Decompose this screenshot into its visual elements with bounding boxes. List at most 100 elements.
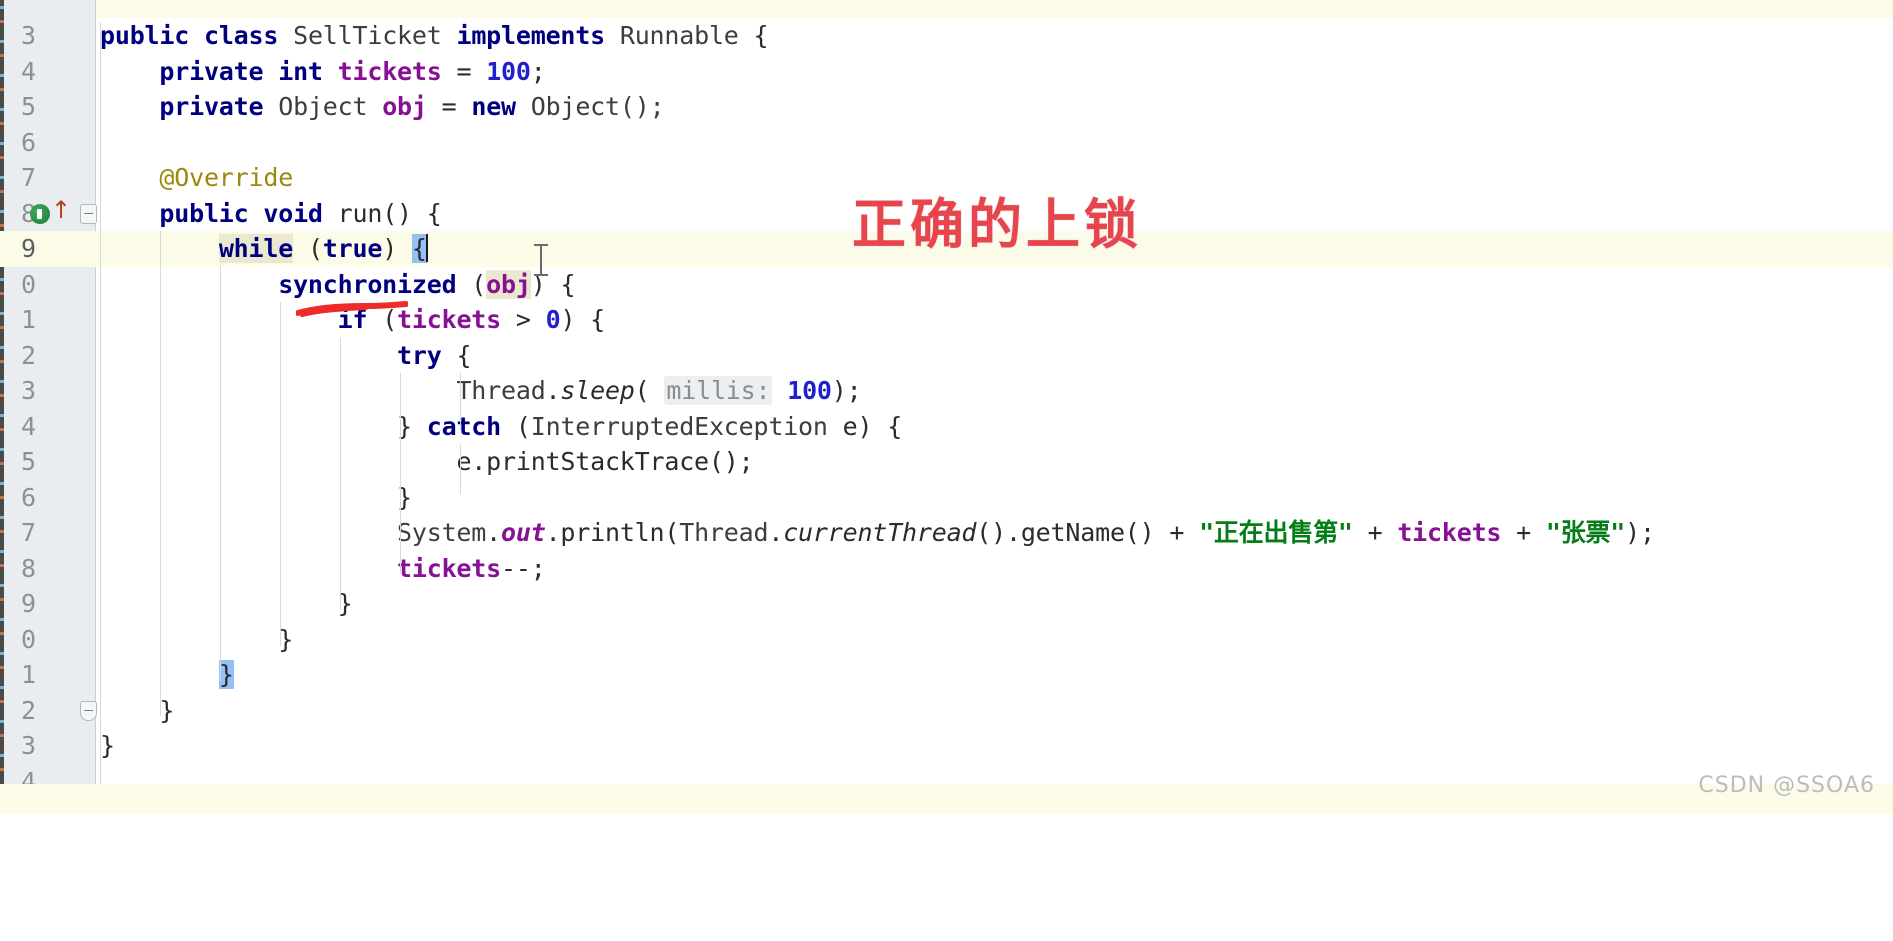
code-line[interactable]: 6 [0,125,1893,161]
line-content[interactable]: } [100,728,115,764]
token-interface-name: Runnable [619,21,739,50]
line-number: 3 [20,376,36,405]
code-line[interactable]: 4 private int tickets = 100; [0,54,1893,90]
token-class-name: SellTicket [293,21,442,50]
token-brace: { [590,305,606,334]
line-content[interactable]: public void run() { [100,196,442,232]
parameter-inlay-hint[interactable]: millis: [664,376,773,405]
run-gutter-icon[interactable] [30,203,50,224]
token-brace-matched: { [411,234,427,263]
line-content[interactable]: System.out.println(Thread.currentThread(… [100,515,1655,551]
code-lines[interactable]: 3 public class SellTicket implements Run… [0,18,1893,799]
token-keyword: class [203,21,279,50]
token-method-call: .println( [545,518,680,547]
line-content[interactable]: private Object obj = new Object(); [100,89,664,125]
token-keyword: try [397,340,442,370]
line-content[interactable]: @Override [100,160,293,196]
code-fold-toggle-icon[interactable] [80,203,97,224]
text-caret [425,234,428,262]
token-keyword: implements [456,21,605,50]
token-paren: ); [831,376,862,405]
code-line[interactable]: 0 synchronized (obj) { [0,267,1893,303]
token-operator: + [1501,518,1546,547]
token-brace-matched: } [218,660,234,689]
token-paren: ( [515,411,531,441]
token-keyword: new [471,92,516,121]
token-static-method: currentThread [783,518,977,547]
token-keyword-highlighted: while [218,234,294,263]
line-background [0,728,1893,764]
token-operator: = [456,56,472,86]
line-number: 2 [20,695,36,725]
indent-guide [460,444,461,494]
token-paren: ); [1625,518,1655,547]
indent-guide [100,22,101,784]
line-content[interactable]: e.printStackTrace(); [100,444,753,480]
token-field: tickets [1397,518,1502,547]
line-number: 3 [20,731,36,760]
token-brace: } [159,695,175,725]
token-constructor: Object(); [530,92,665,121]
token-static-field: out [501,518,546,547]
code-line[interactable]: 1 } [0,657,1893,693]
token-keyword: void [263,198,323,228]
line-content[interactable]: } [100,693,174,729]
code-line[interactable]: 2 } [0,693,1893,729]
token-keyword: catch [426,411,502,441]
line-content[interactable]: try { [100,338,471,374]
line-content[interactable]: } [100,622,293,658]
token-type: Object [278,92,368,121]
line-content[interactable]: } [100,480,412,516]
token-keyword: private [159,92,264,121]
token-operator: + [1154,518,1200,547]
csdn-watermark: CSDN @SSOA6 [1698,773,1875,798]
line-content[interactable]: tickets--; [100,551,546,587]
token-field: tickets [397,553,501,583]
indent-guide [220,266,221,681]
line-content[interactable]: while (true) { [100,231,428,267]
indent-guide [340,338,341,610]
token-number: 0 [545,305,561,334]
code-line[interactable]: 1 if (tickets > 0) { [0,302,1893,338]
code-line[interactable]: 3 } [0,728,1893,764]
line-content[interactable]: } [100,657,234,693]
code-line[interactable]: 0 } [0,622,1893,658]
code-line[interactable]: 5 private Object obj = new Object(); [0,89,1893,125]
code-editor[interactable]: 3 public class SellTicket implements Run… [0,0,1893,814]
line-content[interactable]: } [100,586,353,622]
code-line[interactable]: 3 public class SellTicket implements Run… [0,18,1893,54]
line-content[interactable]: public class SellTicket implements Runna… [100,18,769,54]
code-line[interactable]: 6 } [0,480,1893,516]
code-line[interactable]: 5 e.printStackTrace(); [0,444,1893,480]
line-number: 1 [20,660,36,689]
token-brace: } [100,731,115,760]
line-content[interactable]: synchronized (obj) { [100,267,575,303]
line-content[interactable]: Thread.sleep( millis: 100); [100,373,862,409]
line-content[interactable]: private int tickets = 100; [100,54,545,90]
token-brace: { [426,198,442,228]
line-number: 0 [20,269,36,299]
code-line[interactable]: 7 System.out.println(Thread.currentThrea… [0,515,1893,551]
line-number: 9 [20,234,36,263]
line-background [0,125,1893,161]
line-number: 5 [20,447,36,476]
bottom-highlight-strip [0,784,1893,814]
token-string: "正在出售第" [1199,518,1353,547]
mouse-ibeam-cursor [534,244,548,276]
token-dot: . [545,376,561,405]
token-class: System [397,518,487,547]
line-number: 6 [20,482,36,512]
code-line[interactable]: 4 } catch (InterruptedException e) { [0,409,1893,445]
code-line[interactable]: 3 Thread.sleep( millis: 100); [0,373,1893,409]
code-line[interactable]: 2 try { [0,338,1893,374]
code-line[interactable]: 8 tickets--; [0,551,1893,587]
caret-line-top-strip [0,0,1893,18]
code-line[interactable]: 9 } [0,586,1893,622]
token-keyword: int [278,56,323,86]
code-fold-end-icon[interactable] [80,700,97,721]
token-operator: = [441,92,457,121]
line-number: 2 [20,340,36,370]
token-variable: e [842,411,858,441]
line-number: 4 [20,56,36,86]
token-brace: { [753,21,769,50]
